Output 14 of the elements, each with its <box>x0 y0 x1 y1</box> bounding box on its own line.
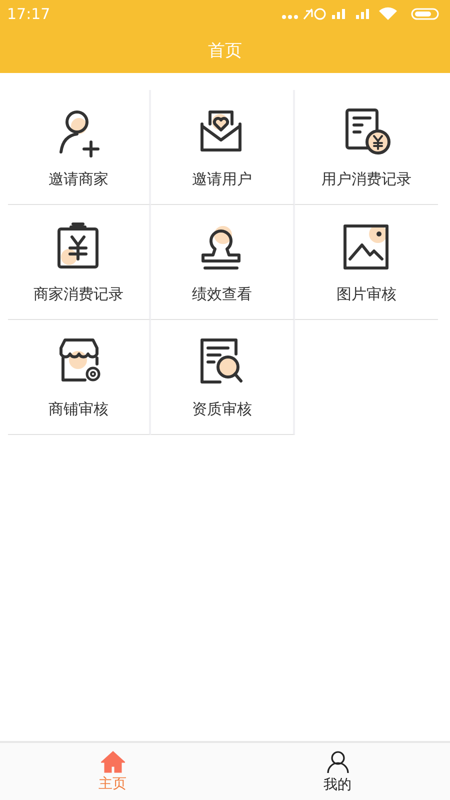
home-icon <box>100 750 124 772</box>
menu-tile[interactable]: 商家消费记录 <box>8 205 152 320</box>
menu-tile[interactable]: 邀请商家 <box>8 90 152 205</box>
menu-tile[interactable]: 商铺审核 <box>8 320 152 435</box>
page-title: 首页 <box>208 40 242 62</box>
menu-tile[interactable]: 资质审核 <box>151 320 295 435</box>
menu-tile[interactable]: 绩效查看 <box>151 205 295 320</box>
menu-tile[interactable]: 图片审核 <box>294 205 438 320</box>
status-time: 17:17 <box>7 5 50 23</box>
tab[interactable]: 我的 <box>225 743 450 800</box>
person-icon <box>326 750 350 774</box>
menu-tile[interactable]: 邀请用户 <box>151 90 295 205</box>
status-icons-icon <box>280 7 440 21</box>
menu-tile[interactable]: 用户消费记录 <box>294 90 438 205</box>
